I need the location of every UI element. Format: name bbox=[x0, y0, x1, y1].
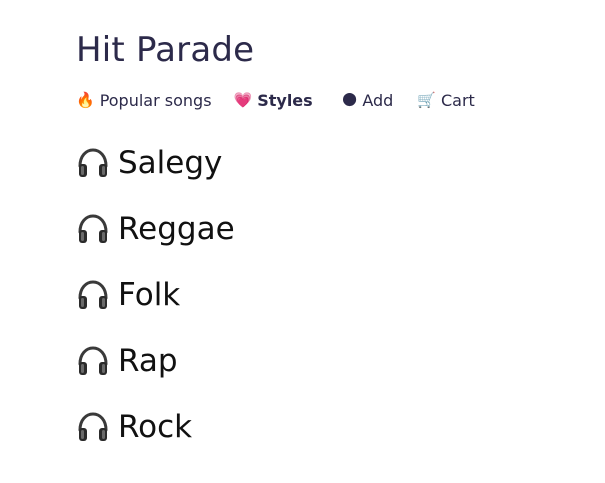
style-item-salegy[interactable]: Salegy bbox=[76, 130, 576, 196]
nav-item-label: Cart bbox=[441, 90, 475, 110]
style-item-rap[interactable]: Rap bbox=[76, 328, 576, 394]
styles-list: Salegy Reggae Folk Rap Rock bbox=[76, 130, 576, 460]
main-nav: 🔥 Popular songs 💗 Styles 🌑 Add 🛒 Cart bbox=[76, 88, 576, 112]
cart-icon: 🛒 bbox=[417, 90, 436, 109]
headphones-icon bbox=[78, 214, 108, 243]
headphones-icon bbox=[78, 412, 108, 441]
style-label: Rap bbox=[118, 343, 178, 379]
nav-item-popular-songs[interactable]: 🔥 Popular songs bbox=[76, 91, 212, 110]
style-item-rock[interactable]: Rock bbox=[76, 394, 576, 460]
app-container: Hit Parade 🔥 Popular songs 💗 Styles 🌑 Ad… bbox=[76, 28, 576, 460]
nav-item-styles[interactable]: 💗 Styles bbox=[234, 91, 313, 110]
headphones-icon bbox=[78, 148, 108, 177]
dark-circle-icon: 🌑 bbox=[341, 90, 358, 109]
nav-item-add[interactable]: 🌑 Add bbox=[342, 91, 394, 110]
style-label: Reggae bbox=[118, 211, 235, 247]
style-item-reggae[interactable]: Reggae bbox=[76, 196, 576, 262]
style-label: Rock bbox=[118, 409, 193, 445]
nav-item-label: Add bbox=[362, 90, 394, 110]
nav-item-label: Popular songs bbox=[99, 90, 212, 110]
style-label: Salegy bbox=[118, 145, 223, 181]
style-label: Folk bbox=[118, 277, 181, 313]
nav-item-cart[interactable]: 🛒 Cart bbox=[417, 91, 475, 110]
heart-icon: 💗 bbox=[233, 90, 253, 109]
page-title: Hit Parade bbox=[76, 30, 255, 70]
fire-icon: 🔥 bbox=[76, 90, 95, 109]
style-item-folk[interactable]: Folk bbox=[76, 262, 576, 328]
headphones-icon bbox=[78, 346, 108, 375]
nav-item-label: Styles bbox=[257, 90, 313, 110]
headphones-icon bbox=[78, 280, 108, 309]
